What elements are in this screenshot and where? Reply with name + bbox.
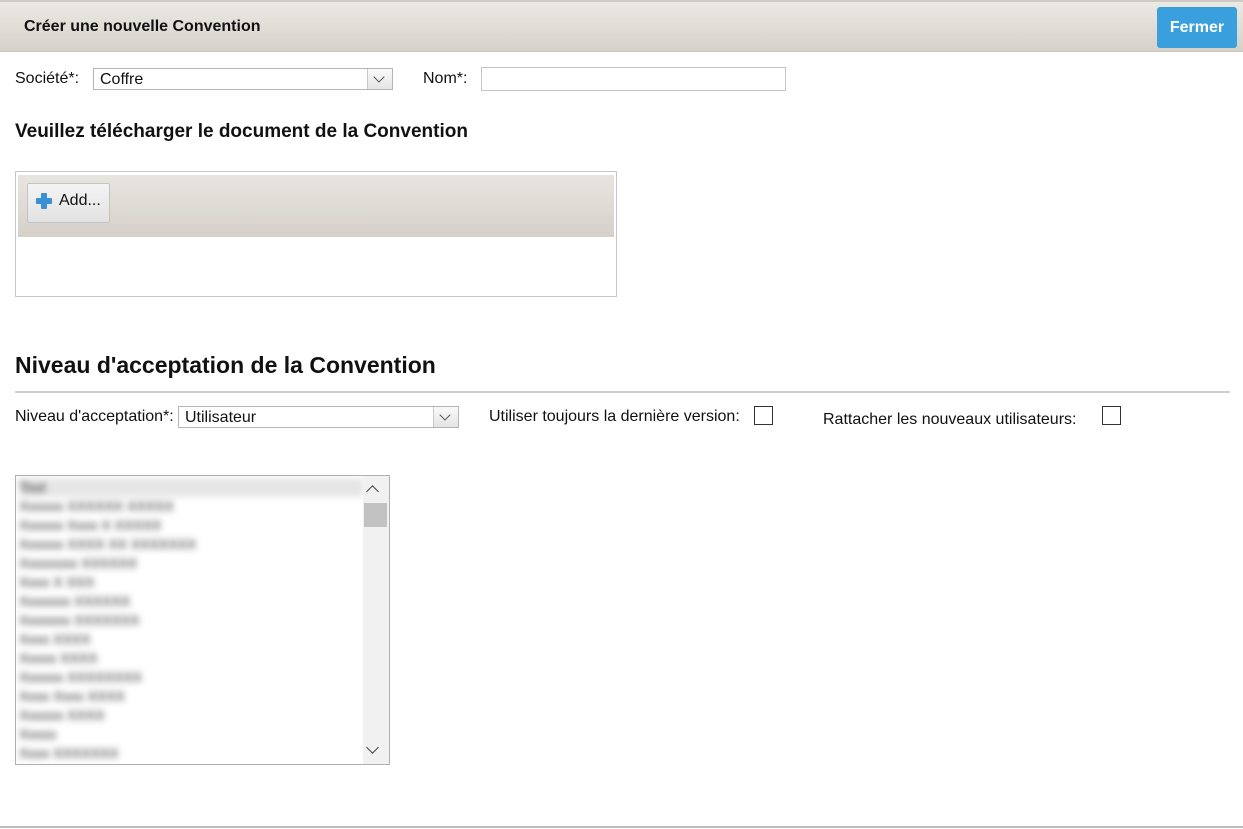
list-item[interactable]: Xxxxxx Xxxx X XXXXX: [19, 516, 364, 535]
acceptance-level-select[interactable]: Utilisateur: [178, 406, 459, 428]
uploader-toolbar: Add...: [18, 175, 614, 237]
acceptance-level-label: Niveau d'acceptation*:: [15, 408, 174, 425]
scroll-thumb[interactable]: [364, 503, 387, 527]
close-button[interactable]: Fermer: [1157, 7, 1237, 48]
user-listbox[interactable]: Tout Xxxxxx XXXXXX XXXXX Xxxxxx Xxxx X X…: [15, 475, 390, 765]
list-item[interactable]: Xxxx XXXXXXX: [19, 744, 364, 763]
attach-new-users-label: Rattacher les nouveaux utilisateurs:: [823, 411, 1077, 428]
list-item[interactable]: Xxxxxxx XXXXXX: [19, 592, 364, 611]
latest-version-label: Utiliser toujours la dernière version:: [489, 408, 740, 425]
section-divider: [15, 391, 1230, 393]
dialog-titlebar: Créer une nouvelle Convention Fermer: [0, 2, 1243, 52]
list-item[interactable]: Xxxx X XXX: [19, 573, 364, 592]
list-item[interactable]: Xxxx Xxxx XXXX: [19, 687, 364, 706]
acceptance-heading: Niveau d'acceptation de la Convention: [15, 352, 436, 378]
list-item[interactable]: Xxxxx XXXX: [19, 649, 364, 668]
list-item[interactable]: Xxxxxxxx XXXXXX: [19, 554, 364, 573]
upload-heading: Veuillez télécharger le document de la C…: [15, 121, 468, 142]
dialog-title: Créer une nouvelle Convention: [24, 18, 261, 35]
company-select-dropdown[interactable]: [367, 69, 392, 89]
company-select-value: Coffre: [100, 71, 144, 88]
add-file-label: Add...: [59, 192, 101, 209]
chevron-down-icon: [439, 409, 451, 421]
bottom-divider: [0, 826, 1243, 828]
list-item[interactable]: Tout: [19, 478, 364, 497]
list-item[interactable]: Xxxxxx XXXXXXXX: [19, 668, 364, 687]
name-label: Nom*:: [423, 70, 468, 87]
list-item[interactable]: Xxxxxx XXXX: [19, 706, 364, 725]
user-list: Tout Xxxxxx XXXXXX XXXXX Xxxxxx Xxxx X X…: [19, 478, 364, 763]
name-input[interactable]: [481, 67, 786, 91]
chevron-down-icon: [373, 71, 385, 83]
company-label: Société*:: [15, 70, 80, 87]
list-item[interactable]: Xxxxx: [19, 725, 364, 744]
latest-version-checkbox[interactable]: [754, 406, 773, 425]
list-scrollbar[interactable]: [363, 476, 389, 764]
list-item[interactable]: Xxxxxxx XXXXXXX: [19, 611, 364, 630]
acceptance-level-dropdown[interactable]: [433, 407, 458, 427]
add-file-button[interactable]: Add...: [27, 183, 110, 223]
chevron-up-icon[interactable]: [366, 485, 379, 498]
list-item[interactable]: Xxxx XXXX: [19, 630, 364, 649]
company-select[interactable]: Coffre: [93, 68, 393, 90]
chevron-down-icon[interactable]: [366, 741, 379, 754]
attach-new-users-checkbox[interactable]: [1102, 406, 1121, 425]
acceptance-level-value: Utilisateur: [185, 409, 257, 426]
file-uploader: Add...: [15, 171, 617, 297]
list-item[interactable]: Xxxxxx XXXXXX XXXXX: [19, 497, 364, 516]
list-item[interactable]: Xxxxxx XXXX XX XXXXXXX: [19, 535, 364, 554]
plus-icon: [36, 193, 52, 209]
